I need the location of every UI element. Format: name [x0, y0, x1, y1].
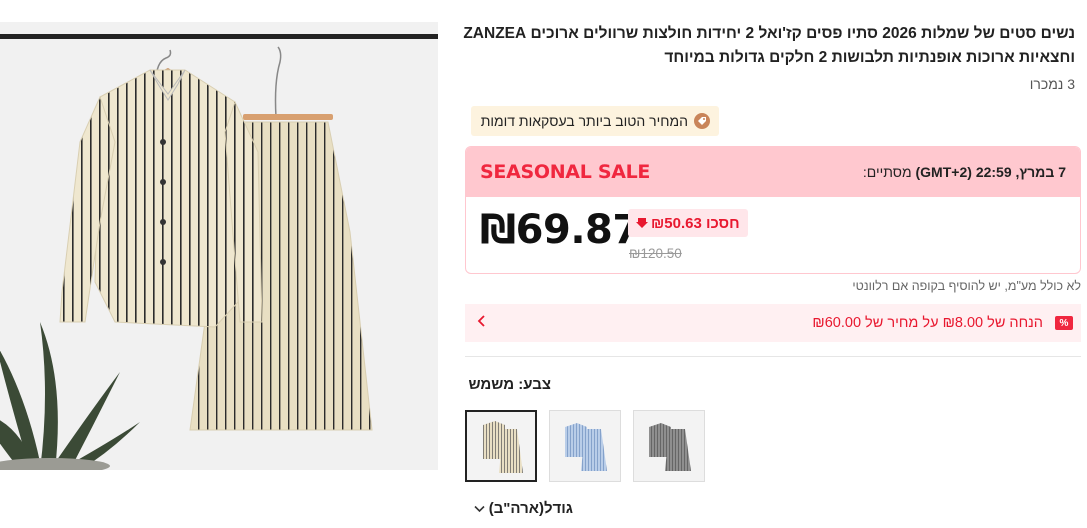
- discount-text: הנחה של ₪8.00 על מחיר של ₪60.00: [812, 315, 1043, 331]
- price-tag-icon: [694, 113, 710, 129]
- color-swatch-gray[interactable]: [633, 410, 705, 482]
- color-swatches: [465, 410, 705, 482]
- price-row: ₪69.87 חסכו ₪50.63 ₪120.50: [466, 197, 1080, 273]
- vat-note: לא כולל מע"מ, יש להוסיף בקופה אם רלוונטי: [852, 279, 1081, 293]
- product-main-image[interactable]: [0, 22, 438, 470]
- sale-ends-time: 7 במרץ, 22:59 (GMT+2): [915, 164, 1067, 180]
- discount-coupon-bar[interactable]: % הנחה של ₪8.00 על מחיר של ₪60.00: [465, 304, 1081, 342]
- product-title: נשים סטים של שמלות 2026 סתיו פסים קז'ואל…: [463, 25, 1075, 66]
- best-price-label: המחיר הטוב ביותר בעסקאות דומות: [480, 113, 688, 129]
- sale-ends: 7 במרץ, 22:59 (GMT+2) מסתיים:: [863, 164, 1066, 180]
- size-label: גודל(ארה"ב): [488, 500, 573, 517]
- chevron-down-icon: [474, 500, 485, 517]
- down-arrow-icon: [636, 215, 648, 232]
- current-price: ₪69.87: [480, 207, 640, 253]
- savings-badge: חסכו ₪50.63: [628, 209, 748, 237]
- sale-ends-prefix: מסתיים:: [862, 164, 912, 180]
- savings-text: חסכו ₪50.63: [651, 214, 740, 232]
- best-price-badge: המחיר הטוב ביותר בעסקאות דומות: [470, 106, 719, 136]
- chevron-left-icon[interactable]: [477, 314, 487, 332]
- color-label: צבע: משמש: [468, 376, 551, 393]
- size-selector[interactable]: גודל(ארה"ב): [474, 500, 573, 517]
- sale-box: SEASONAL SALE 7 במרץ, 22:59 (GMT+2) מסתי…: [465, 146, 1081, 274]
- sale-header: SEASONAL SALE 7 במרץ, 22:59 (GMT+2) מסתי…: [466, 147, 1080, 197]
- discount-percent-icon: %: [1055, 316, 1073, 330]
- color-swatch-blue[interactable]: [549, 410, 621, 482]
- original-price: ₪120.50: [629, 246, 682, 261]
- seasonal-sale-banner: SEASONAL SALE: [480, 161, 651, 183]
- sold-count: 3 נמכרו: [1029, 76, 1075, 92]
- divider: [465, 356, 1081, 357]
- color-swatch-apricot[interactable]: [465, 410, 537, 482]
